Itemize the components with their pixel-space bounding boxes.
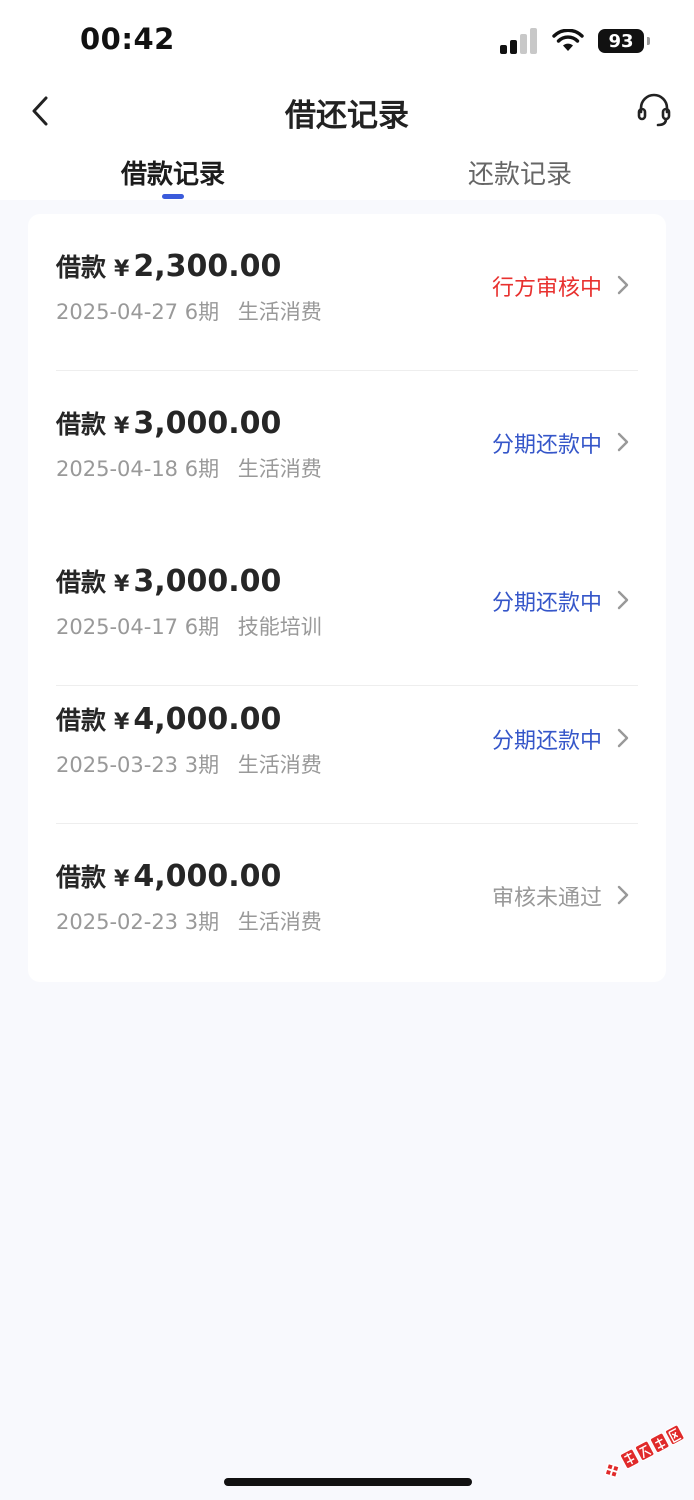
active-tab-indicator	[162, 194, 184, 199]
record-term: 3期	[184, 910, 220, 934]
record-date: 2025-04-27	[56, 300, 179, 324]
loan-record-item[interactable]: 借款 ¥ 2,300.00 2025-04-27 6期 生活消费 行方审核中	[28, 214, 666, 371]
customer-service-button[interactable]	[636, 92, 672, 130]
amount-value: 4,000.00	[133, 859, 282, 894]
currency-symbol: ¥	[114, 257, 130, 282]
chevron-right-icon	[617, 275, 629, 295]
record-status: 审核未通过	[491, 886, 602, 911]
amount-value: 4,000.00	[133, 702, 282, 737]
chevron-right-icon	[617, 590, 629, 610]
amount-label: 借款	[56, 706, 107, 735]
record-term: 6期	[184, 615, 220, 639]
record-purpose: 生活消费	[237, 300, 322, 324]
battery-icon: 93	[598, 29, 650, 53]
chevron-right-icon	[617, 728, 629, 748]
record-date: 2025-04-18	[56, 457, 179, 481]
loan-record-item[interactable]: 借款 ¥ 3,000.00 2025-04-18 6期 生活消费 分期还款中	[28, 371, 666, 528]
status-icons: 93	[500, 26, 650, 56]
amount-value: 3,000.00	[133, 564, 282, 599]
record-meta: 2025-04-17 6期 技能培训	[56, 611, 322, 641]
record-term: 6期	[184, 457, 220, 481]
page-title: 借还记录	[285, 98, 409, 134]
loan-record-item[interactable]: 借款 ¥ 3,000.00 2025-04-17 6期 技能培训 分期还款中	[28, 529, 666, 686]
record-purpose: 技能培训	[237, 615, 322, 639]
loan-record-item[interactable]: 借款 ¥ 4,000.00 2025-03-23 3期 生活消费 分期还款中	[28, 667, 666, 824]
record-amount: 借款 ¥ 3,000.00	[56, 563, 281, 599]
amount-value: 3,000.00	[133, 406, 282, 441]
chevron-right-icon	[617, 432, 629, 452]
record-purpose: 生活消费	[237, 457, 322, 481]
amount-label: 借款	[56, 863, 107, 892]
currency-symbol: ¥	[114, 572, 130, 597]
record-meta: 2025-04-18 6期 生活消费	[56, 453, 322, 483]
amount-label: 借款	[56, 410, 107, 439]
amount-label: 借款	[56, 568, 107, 597]
currency-symbol: ¥	[114, 867, 130, 892]
record-term: 3期	[184, 753, 220, 777]
record-amount: 借款 ¥ 4,000.00	[56, 701, 281, 737]
record-meta: 2025-03-23 3期 生活消费	[56, 749, 322, 779]
headset-icon	[637, 93, 671, 127]
record-date: 2025-02-23	[56, 910, 179, 934]
signal-icon	[500, 28, 537, 54]
wifi-icon	[552, 29, 584, 51]
records-card: 借款 ¥ 2,300.00 2025-04-27 6期 生活消费 行方审核中 借…	[28, 214, 666, 982]
currency-symbol: ¥	[114, 710, 130, 735]
record-date: 2025-03-23	[56, 753, 179, 777]
record-status: 行方审核中	[491, 276, 602, 301]
chevron-right-icon	[617, 885, 629, 905]
record-status: 分期还款中	[491, 591, 602, 616]
record-meta: 2025-04-27 6期 生活消费	[56, 296, 322, 326]
status-time: 00:42	[80, 22, 175, 56]
record-amount: 借款 ¥ 2,300.00	[56, 248, 281, 284]
record-amount: 借款 ¥ 3,000.00	[56, 405, 281, 441]
amount-value: 2,300.00	[133, 249, 282, 284]
record-meta: 2025-02-23 3期 生活消费	[56, 906, 322, 936]
record-term: 6期	[184, 300, 220, 324]
tab-repayment-records[interactable]: 还款记录	[420, 154, 620, 191]
record-purpose: 生活消费	[237, 910, 322, 934]
home-indicator[interactable]	[224, 1478, 472, 1486]
loan-record-item[interactable]: 借款 ¥ 4,000.00 2025-02-23 3期 生活消费 审核未通过	[28, 824, 666, 981]
record-date: 2025-04-17	[56, 615, 179, 639]
watermark-logo	[604, 1424, 685, 1479]
tab-loan-records[interactable]: 借款记录	[73, 154, 273, 191]
record-status: 分期还款中	[491, 433, 602, 458]
record-purpose: 生活消费	[237, 753, 322, 777]
record-status: 分期还款中	[491, 729, 602, 754]
currency-symbol: ¥	[114, 414, 130, 439]
record-amount: 借款 ¥ 4,000.00	[56, 858, 281, 894]
battery-level: 93	[608, 30, 634, 52]
amount-label: 借款	[56, 253, 107, 282]
